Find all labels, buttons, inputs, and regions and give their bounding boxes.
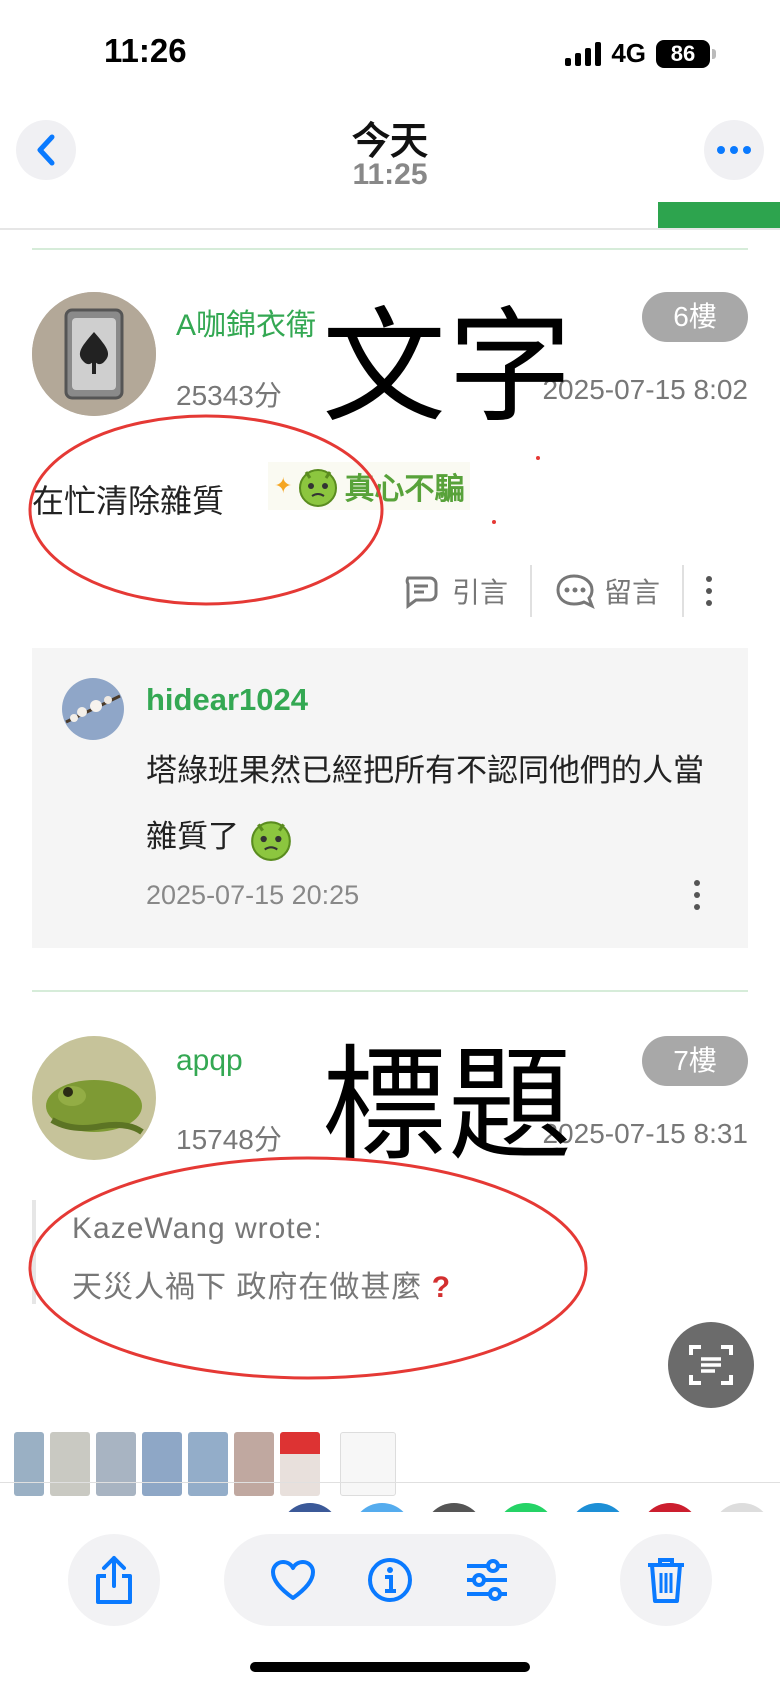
green-tab-marker [658,202,780,228]
sick-face-icon [250,821,291,861]
post-username[interactable]: A咖錦衣衛 [176,300,316,344]
share-target-circle[interactable] [640,1503,700,1512]
action-pill [224,1534,556,1626]
share-target-circle[interactable] [496,1503,556,1512]
quote-label: 引言 [452,577,509,608]
quote-button[interactable]: 引言 [380,565,530,617]
reply-menu-button[interactable] [694,880,700,910]
more-button[interactable] [704,120,764,180]
floor-badge: 7樓 [642,1036,748,1086]
avatar[interactable] [32,1036,156,1160]
signal-icon [565,41,602,66]
status-bar: 11:26 4G 86 [0,0,780,100]
annotation-ellipse [28,414,384,606]
avatar[interactable] [32,292,156,416]
heart-icon[interactable] [269,1558,317,1602]
post-menu-button[interactable] [684,565,734,617]
reply-text-content: 塔綠班果然已經把所有不認同他們的人當雜質了 [146,753,704,854]
battery-icon: 86 [656,39,716,68]
post-username[interactable]: apqp [176,1044,243,1078]
share-targets-strip [0,1482,780,1512]
post-actions: 引言 留言 [380,565,750,617]
share-button[interactable] [68,1534,160,1626]
floor-badge: 6樓 [642,292,748,342]
status-indicators: 4G 86 [565,38,716,69]
reply-avatar[interactable] [62,678,124,740]
home-indicator [250,1662,530,1672]
annotation-ellipse [28,1156,588,1380]
comment-icon [556,574,595,610]
reply-date: 2025-07-15 20:25 [146,880,360,910]
share-target-circle[interactable] [712,1503,772,1512]
nav-header: 今天 11:25 [0,100,780,230]
share-target-circle[interactable] [568,1503,628,1512]
reply-text: 塔綠班果然已經把所有不認同他們的人當雜質了 [146,738,726,870]
reply-box: hidear1024 塔綠班果然已經把所有不認同他們的人當雜質了 2025-07… [32,648,748,948]
kebab-icon [694,880,700,910]
comment-label: 留言 [604,577,661,608]
reply-username[interactable]: hidear1024 [146,682,308,718]
share-target-circle[interactable] [424,1503,484,1512]
scan-text-icon [689,1345,733,1385]
adjust-icon[interactable] [463,1558,511,1602]
trash-icon [648,1558,684,1603]
divider [32,248,748,250]
post-score: 25343分 [176,380,282,411]
live-text-scan-button[interactable] [668,1322,754,1408]
share-icon [96,1556,132,1604]
more-dots-icon [717,146,751,154]
lighter-ace-avatar-image [32,292,156,416]
share-target-circle[interactable] [352,1503,412,1512]
page-title: 今天 [351,121,428,163]
frog-avatar-image [32,1036,156,1160]
status-time: 11:26 [104,32,187,69]
blossom-avatar-image [62,678,124,740]
kebab-icon [706,576,713,606]
share-target-circle[interactable] [280,1503,340,1512]
comment-button[interactable]: 留言 [532,565,682,617]
annotation-dot [492,520,496,524]
divider [32,990,748,992]
quote-icon [405,576,438,609]
page-subtitle: 11:25 [352,158,428,191]
network-type: 4G [611,38,646,68]
delete-button[interactable] [620,1534,712,1626]
info-icon[interactable] [366,1556,414,1604]
annotation-dot [536,456,540,460]
